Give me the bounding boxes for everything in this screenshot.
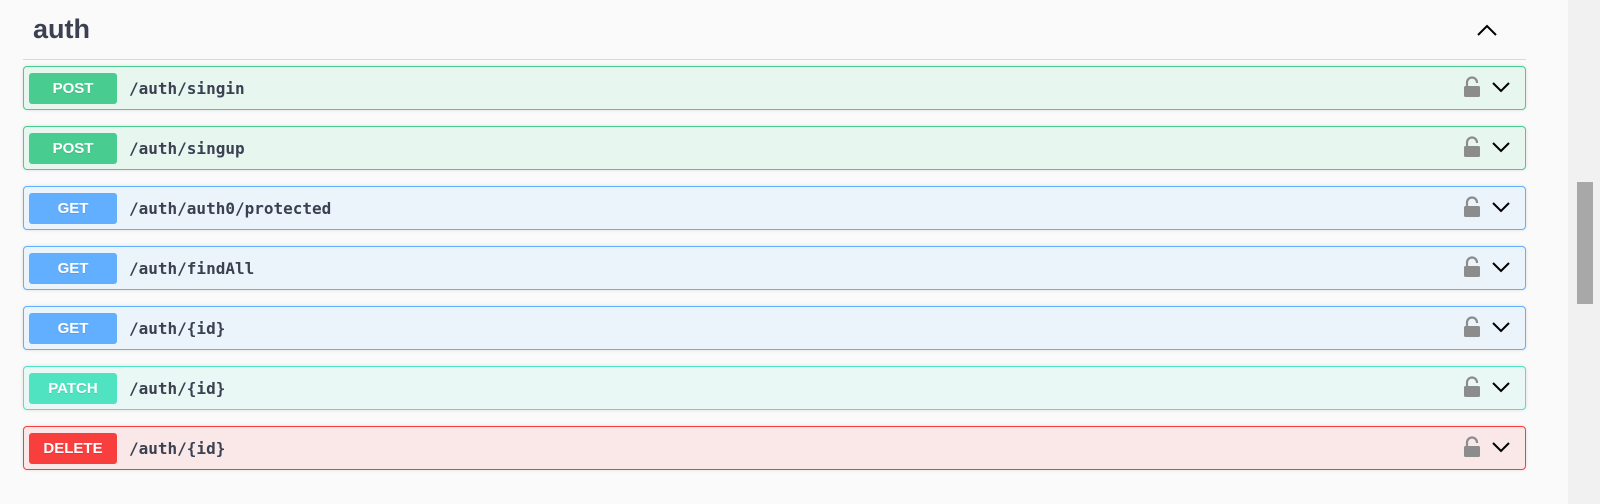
scrollbar-thumb[interactable]: [1577, 182, 1593, 304]
operation-row[interactable]: POST /auth/singup: [23, 126, 1526, 170]
operation-row[interactable]: DELETE /auth/{id}: [23, 426, 1526, 470]
operation-path: /auth/auth0/protected: [129, 199, 332, 218]
chevron-down-icon[interactable]: [1490, 198, 1512, 216]
chevron-down-icon[interactable]: [1490, 258, 1512, 276]
chevron-down-icon[interactable]: [1490, 78, 1512, 96]
operation-row[interactable]: PATCH /auth/{id}: [23, 366, 1526, 410]
unlocked-padlock-icon[interactable]: [1463, 256, 1481, 278]
operation-row[interactable]: GET /auth/findAll: [23, 246, 1526, 290]
swagger-page: auth POST /auth/singin POST /auth/singup: [0, 0, 1600, 504]
vertical-scrollbar[interactable]: [1568, 0, 1600, 504]
operations-list: POST /auth/singin POST /auth/singup GET …: [23, 66, 1526, 470]
operation-path: /auth/{id}: [129, 319, 226, 338]
operation-path: /auth/findAll: [129, 259, 255, 278]
method-badge: PATCH: [29, 373, 117, 404]
chevron-up-icon[interactable]: [1474, 18, 1500, 44]
method-badge: GET: [29, 313, 117, 344]
unlocked-padlock-icon[interactable]: [1463, 136, 1481, 158]
unlocked-padlock-icon[interactable]: [1463, 76, 1481, 98]
operation-path: /auth/singin: [129, 79, 245, 98]
method-badge: POST: [29, 133, 117, 164]
operation-path: /auth/{id}: [129, 439, 226, 458]
method-badge: POST: [29, 73, 117, 104]
operation-path: /auth/{id}: [129, 379, 226, 398]
operation-row[interactable]: GET /auth/auth0/protected: [23, 186, 1526, 230]
chevron-down-icon[interactable]: [1490, 438, 1512, 456]
chevron-down-icon[interactable]: [1490, 318, 1512, 336]
auth-tag-section: auth POST /auth/singin POST /auth/singup: [23, 0, 1526, 486]
chevron-down-icon[interactable]: [1490, 138, 1512, 156]
unlocked-padlock-icon[interactable]: [1463, 196, 1481, 218]
section-title[interactable]: auth: [33, 14, 90, 45]
operation-row[interactable]: POST /auth/singin: [23, 66, 1526, 110]
unlocked-padlock-icon[interactable]: [1463, 376, 1481, 398]
chevron-down-icon[interactable]: [1490, 378, 1512, 396]
method-badge: GET: [29, 193, 117, 224]
operation-row[interactable]: GET /auth/{id}: [23, 306, 1526, 350]
unlocked-padlock-icon[interactable]: [1463, 316, 1481, 338]
unlocked-padlock-icon[interactable]: [1463, 436, 1481, 458]
auth-tag-header[interactable]: auth: [23, 0, 1526, 60]
method-badge: DELETE: [29, 433, 117, 464]
method-badge: GET: [29, 253, 117, 284]
operation-path: /auth/singup: [129, 139, 245, 158]
